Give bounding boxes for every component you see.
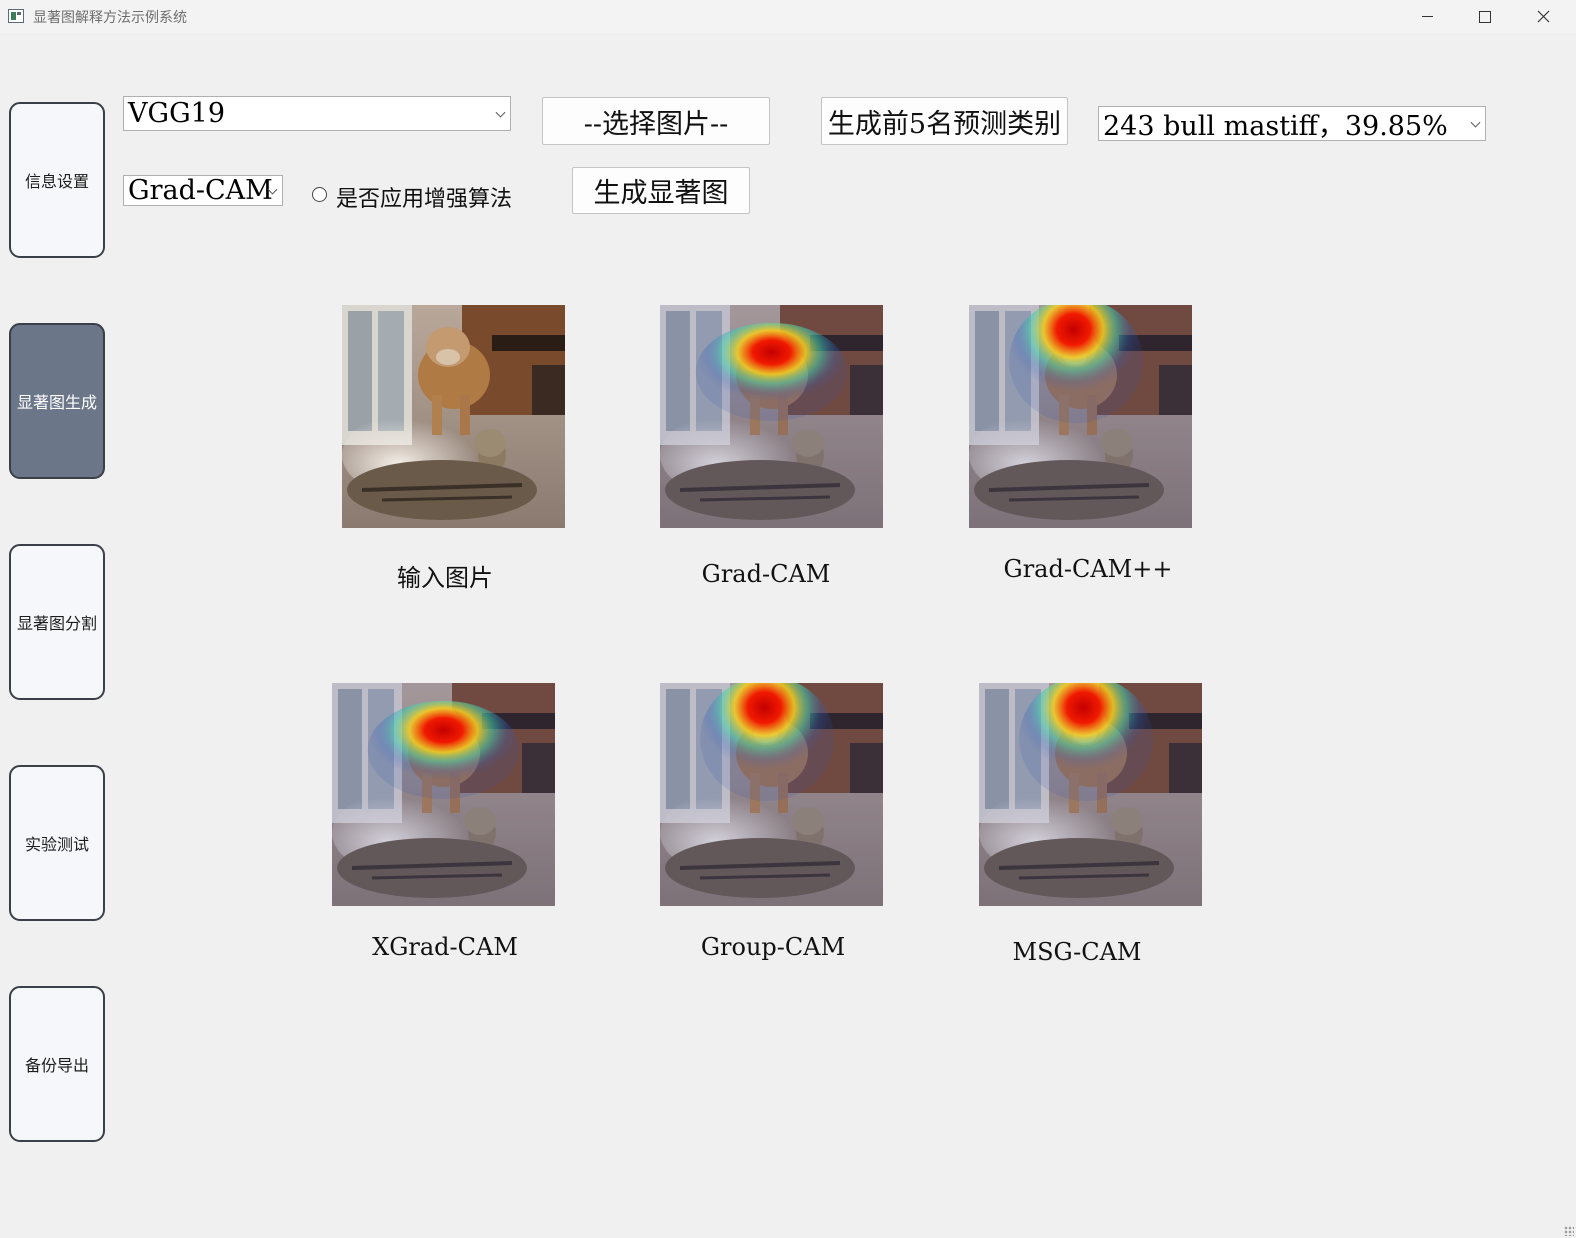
caption-grad-cam-pp: Grad-CAM++ xyxy=(1003,555,1173,583)
minimize-icon xyxy=(1421,16,1433,17)
caption-input: 输入图片 xyxy=(397,564,493,592)
generate-saliency-button[interactable]: 生成显著图 xyxy=(572,167,750,214)
generate-top5-button[interactable]: 生成前5名预测类别 xyxy=(821,97,1068,145)
method-select-value: Grad-CAM xyxy=(128,175,273,206)
result-image-group-cam xyxy=(660,683,883,906)
minimize-button[interactable] xyxy=(1398,0,1456,33)
prediction-select-value: 243 bull mastiff，39.85% xyxy=(1103,111,1448,142)
nav-backup-export[interactable]: 备份导出 xyxy=(9,986,105,1142)
method-select[interactable]: Grad-CAM xyxy=(123,175,283,206)
result-image-xgrad-cam xyxy=(332,683,555,906)
result-image-grad-cam xyxy=(660,305,883,528)
chevron-down-icon xyxy=(1470,117,1481,128)
nav-label: 显著图分割 xyxy=(16,614,97,633)
resize-grip[interactable] xyxy=(1564,1226,1574,1236)
nav-info-settings[interactable]: 信息设置 xyxy=(9,102,105,258)
enhance-radio[interactable] xyxy=(312,187,327,202)
nav-saliency-generation[interactable]: 显著图生成 xyxy=(9,323,105,479)
title-bar: 显著图解释方法示例系统 xyxy=(0,0,1576,33)
app-icon xyxy=(8,9,24,23)
maximize-icon xyxy=(1479,10,1491,23)
nav-label: 实验测试 xyxy=(24,835,89,854)
model-select[interactable]: VGG19 xyxy=(123,96,511,131)
select-image-button[interactable]: --选择图片-- xyxy=(542,97,770,145)
close-icon xyxy=(1537,10,1549,23)
maximize-button[interactable] xyxy=(1456,0,1514,33)
caption-xgrad-cam: XGrad-CAM xyxy=(372,933,518,961)
enhance-label: 是否应用增强算法 xyxy=(336,187,513,212)
nav-saliency-segmentation[interactable]: 显著图分割 xyxy=(9,544,105,700)
close-button[interactable] xyxy=(1514,0,1572,33)
prediction-select[interactable]: 243 bull mastiff，39.85% xyxy=(1098,106,1486,142)
model-select-value: VGG19 xyxy=(128,98,225,129)
nav-label: 信息设置 xyxy=(24,172,89,191)
caption-msg-cam: MSG-CAM xyxy=(1012,938,1142,966)
caption-grad-cam: Grad-CAM xyxy=(701,560,831,588)
nav-label: 显著图生成 xyxy=(16,393,97,412)
nav-experiment-test[interactable]: 实验测试 xyxy=(9,765,105,921)
result-image-input xyxy=(342,305,565,528)
result-image-msg-cam xyxy=(979,683,1202,906)
caption-group-cam: Group-CAM xyxy=(700,933,846,961)
result-image-grad-cam-pp xyxy=(969,305,1192,528)
nav-label: 备份导出 xyxy=(24,1056,89,1075)
window-title: 显著图解释方法示例系统 xyxy=(33,10,187,26)
chevron-down-icon xyxy=(495,107,506,118)
